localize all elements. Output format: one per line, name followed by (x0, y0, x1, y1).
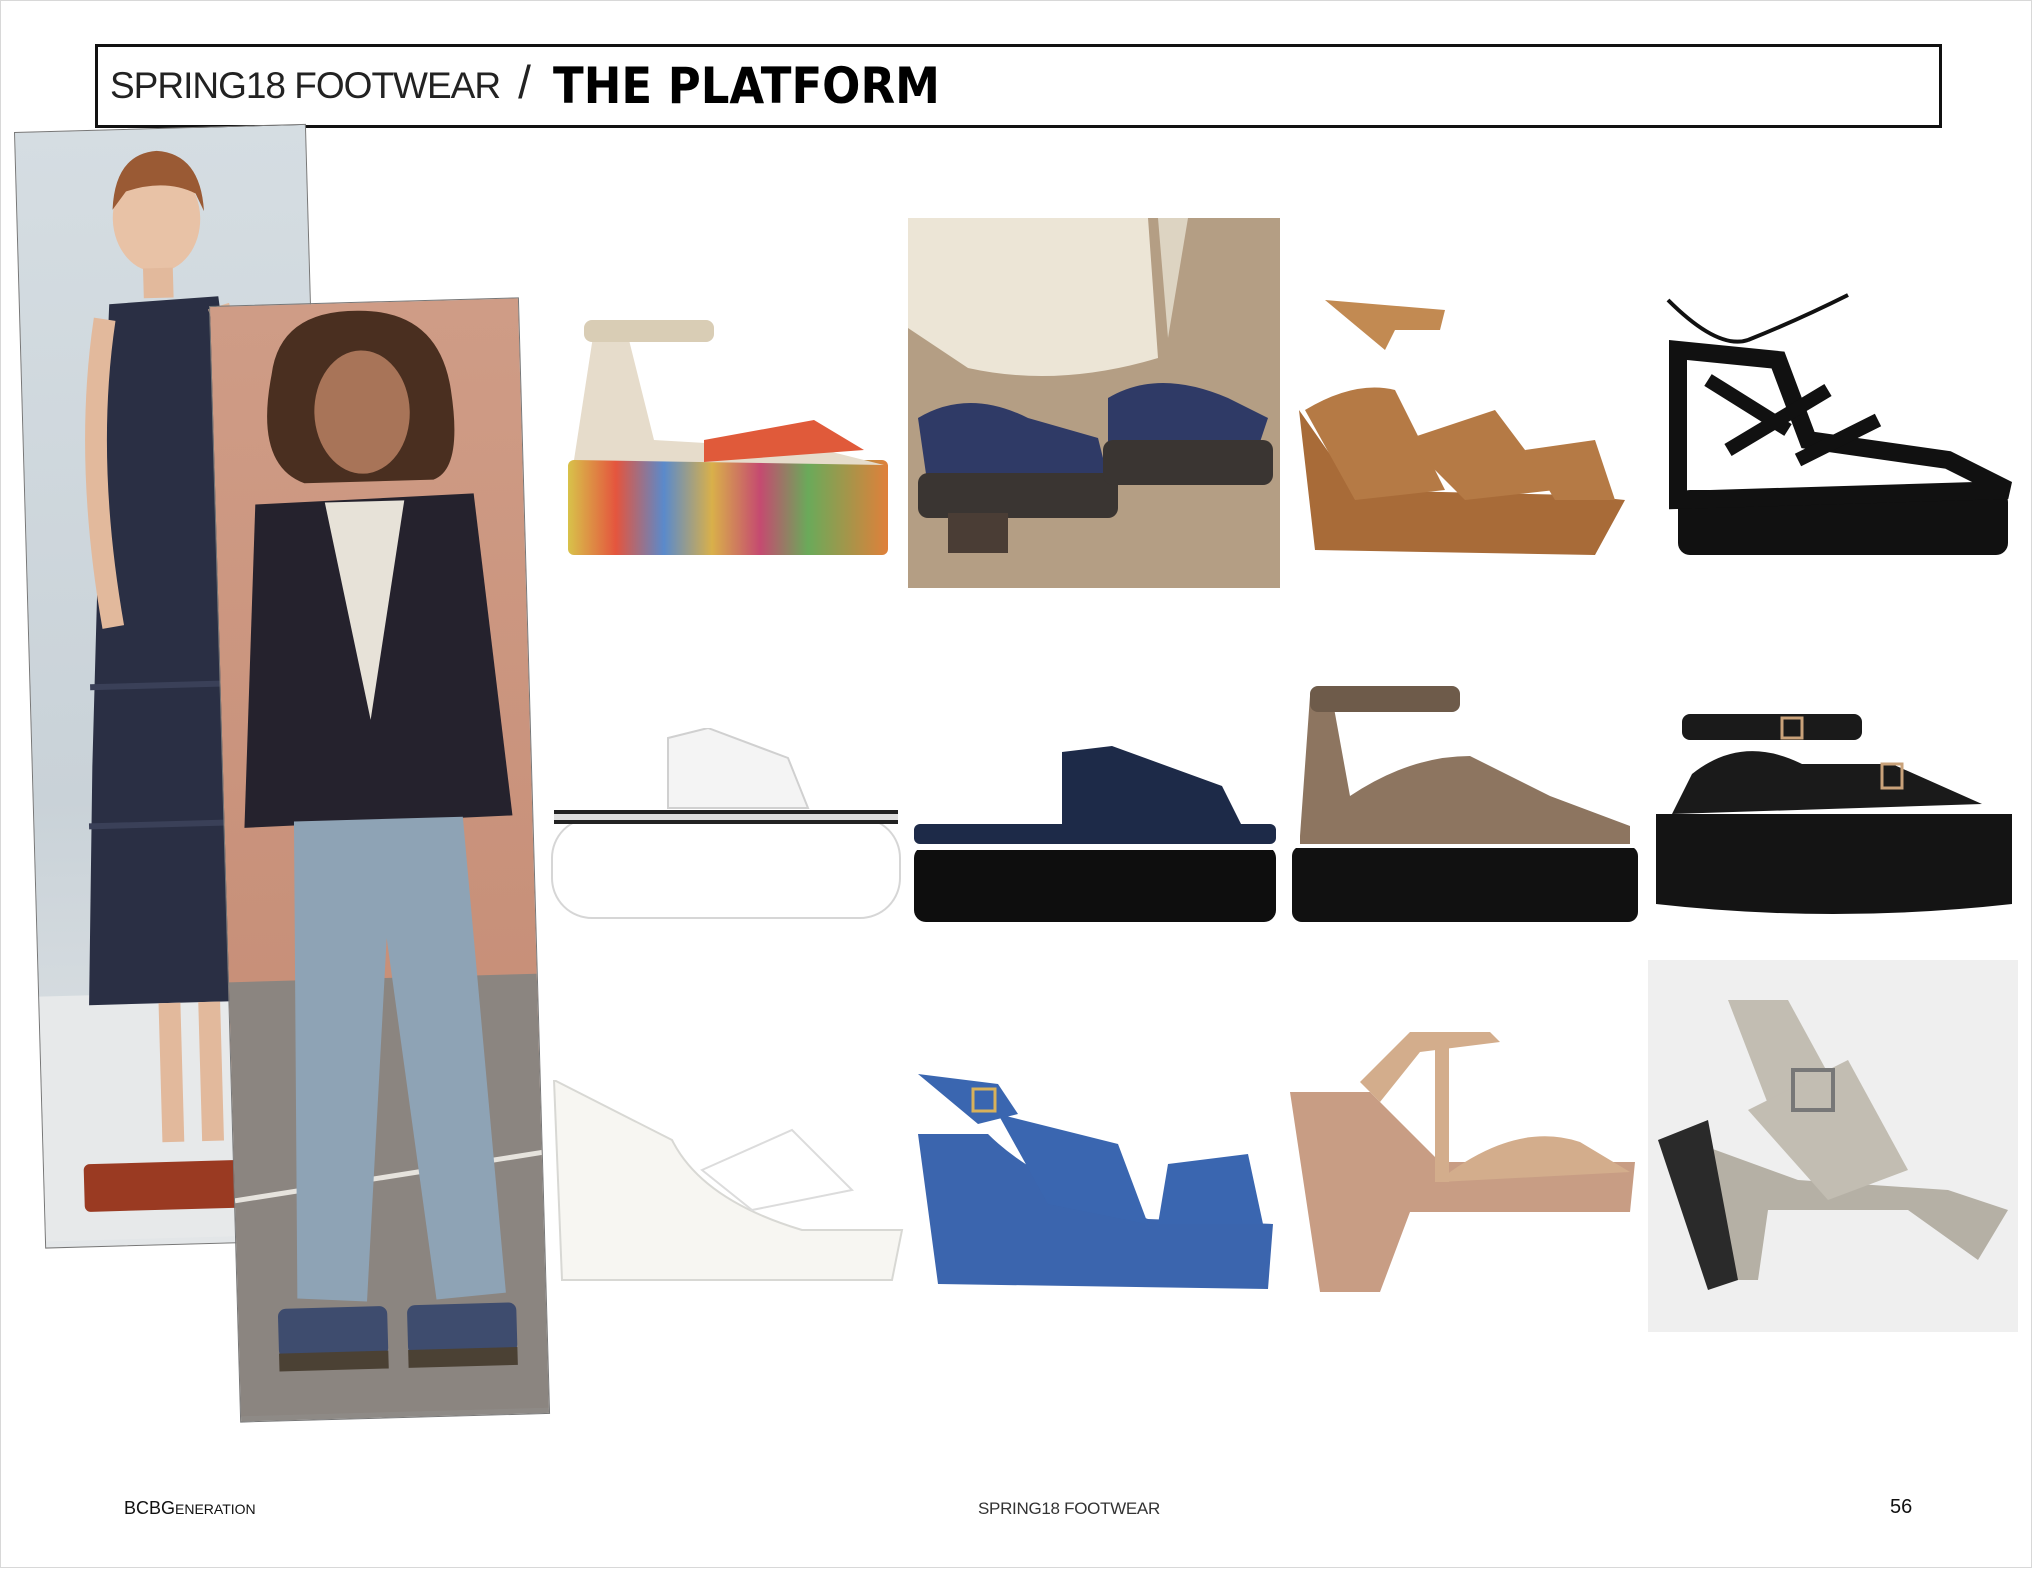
blue-slingback-wedge (918, 1054, 1278, 1294)
nude-t-strap-platform (1290, 1012, 1640, 1302)
header-separator: / (518, 56, 531, 108)
taupe-ankle-strap-flatform (1290, 676, 1640, 926)
page-number: 56 (1890, 1496, 1913, 1518)
footer-brand-main: BCBG (124, 1498, 176, 1518)
grey-suede-block-platform (1648, 960, 2018, 1332)
page-header: SPRING18 FOOTWEAR / THE PLATFORM (95, 44, 1942, 128)
laced-denim-espadrille-photo (908, 218, 1280, 588)
model-figure-2 (228, 310, 549, 1417)
page-title: THE PLATFORM (552, 57, 940, 115)
model-photo-flared-jeans (209, 297, 551, 1423)
striped-espadrille-flatform (564, 290, 898, 580)
navy-slide-flatform (912, 746, 1278, 926)
footer-brand-small: ENERATION (175, 1501, 256, 1517)
header-subtitle: SPRING18 FOOTWEAR (110, 65, 501, 106)
footer-collection: SPRING18 FOOTWEAR (978, 1499, 1160, 1518)
white-patent-wedge (552, 1080, 904, 1290)
tan-suede-wrap-wedge (1295, 290, 1635, 570)
footer-brand: BCBGENERATION (124, 1498, 256, 1519)
black-buckle-flatform (1652, 704, 2018, 924)
black-lace-up-flatform (1648, 290, 2018, 570)
white-slide-flatform (548, 728, 904, 928)
